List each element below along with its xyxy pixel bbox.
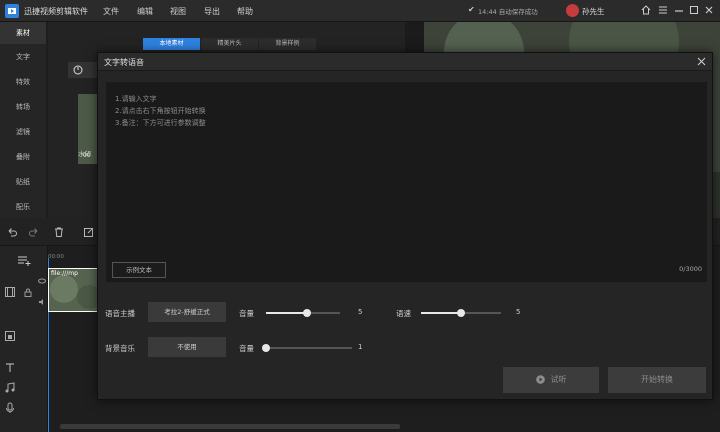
hint-line-2: 2.请点击右下角按钮开始转换: [115, 107, 206, 115]
timeline-ruler-start: 00:00: [48, 254, 64, 260]
media-thumbnail-name: 水印: [78, 150, 91, 158]
minimize-icon[interactable]: [673, 4, 685, 16]
text-input-area[interactable]: 1.请输入文字 2.请点击右下角按钮开始转换 3.备注：下方可进行参数调整 示例…: [106, 82, 707, 282]
username[interactable]: 孙先生: [582, 6, 605, 17]
sidebar-item-text[interactable]: 文字: [0, 46, 46, 68]
menu-view[interactable]: 视图: [170, 6, 186, 17]
maximize-icon[interactable]: [688, 4, 700, 16]
app-title: 迅捷视频剪辑软件: [24, 7, 88, 16]
edit-icon[interactable]: [83, 226, 95, 238]
text-track-icon: [4, 362, 16, 374]
title-bar: 迅捷视频剪辑软件 文件 编辑 视图 导出 帮助 ✔ 14:44 自动保存成功 孙…: [0, 0, 720, 22]
sidebar-item-sticker[interactable]: 贴纸: [0, 171, 46, 193]
volume-slider-fill: [266, 312, 307, 314]
start-convert-button[interactable]: 开始转换: [608, 367, 706, 393]
voice-track-icon: [4, 402, 16, 414]
bgm-select[interactable]: 不使用: [148, 337, 226, 357]
import-button[interactable]: [68, 62, 98, 78]
dialog-header: 文字转语音: [98, 53, 712, 71]
sidebar: 素材 文字 特效 转场 滤镜 叠附 贴纸 配乐: [0, 22, 46, 218]
tab-background[interactable]: 背景样例: [259, 38, 316, 50]
dialog-close-icon[interactable]: [696, 56, 707, 67]
timeline-scrollbar[interactable]: [60, 424, 400, 429]
listen-button[interactable]: 试听: [503, 367, 599, 393]
volume-value: 5: [358, 308, 363, 316]
autosave-status: 14:44 自动保存成功: [478, 8, 538, 16]
menu-edit[interactable]: 编辑: [137, 6, 153, 17]
listen-button-label: 试听: [550, 375, 567, 384]
app-window: 迅捷视频剪辑软件 文件 编辑 视图 导出 帮助 ✔ 14:44 自动保存成功 孙…: [0, 0, 720, 432]
text-to-speech-dialog: 文字转语音 1.请输入文字 2.请点击右下角按钮开始转换 3.备注：下方可进行参…: [97, 52, 713, 400]
speed-value: 5: [516, 308, 521, 316]
undo-icon[interactable]: [6, 226, 18, 238]
char-counter: 0/3000: [679, 265, 702, 273]
visibility-icon[interactable]: [38, 278, 46, 284]
video-track-icon: [4, 286, 16, 298]
hint-line-1: 1.请输入文字: [115, 95, 157, 103]
speed-slider-knob[interactable]: [457, 309, 465, 317]
bgm-volume-slider[interactable]: [262, 344, 352, 352]
bgm-volume-label: 音量: [239, 344, 254, 353]
sidebar-item-music[interactable]: 配乐: [0, 196, 46, 218]
speed-label: 语速: [396, 309, 411, 318]
menu-export[interactable]: 导出: [204, 6, 220, 17]
pip-track-icon: [4, 330, 16, 342]
close-icon[interactable]: [703, 4, 715, 16]
volume-label: 音量: [239, 309, 254, 318]
tab-local-material[interactable]: 本地素材: [143, 38, 200, 50]
lock-icon[interactable]: [24, 288, 32, 297]
app-logo-icon: [5, 4, 19, 18]
sidebar-item-filter[interactable]: 滤镜: [0, 121, 46, 143]
menu-help[interactable]: 帮助: [237, 6, 253, 17]
play-icon: [535, 375, 545, 384]
voice-select[interactable]: 考拉2-舒缓正式: [148, 302, 226, 322]
speed-slider-fill: [421, 312, 461, 314]
bgm-volume-slider-knob[interactable]: [262, 344, 270, 352]
avatar[interactable]: [566, 4, 579, 17]
check-icon: ✔: [468, 5, 475, 14]
speed-slider[interactable]: [421, 309, 501, 317]
bgm-volume-value: 1: [358, 343, 363, 351]
delete-icon[interactable]: [53, 226, 65, 238]
sidebar-item-overlay[interactable]: 叠附: [0, 146, 46, 168]
music-track-icon: [4, 382, 16, 394]
redo-icon[interactable]: [28, 226, 40, 238]
menu-more-icon[interactable]: [657, 4, 669, 16]
sidebar-item-effects[interactable]: 特效: [0, 71, 46, 93]
add-track-icon[interactable]: [18, 256, 32, 266]
voice-label: 语音主播: [105, 309, 135, 318]
track-headers: [0, 246, 48, 432]
bgm-label: 背景音乐: [105, 344, 135, 353]
timeline-clip[interactable]: file:///mp: [48, 268, 98, 312]
sidebar-item-material[interactable]: 素材: [0, 22, 46, 44]
tab-intro[interactable]: 精美片头: [201, 38, 258, 50]
timeline-clip-label: file:///mp: [51, 270, 78, 277]
sidebar-item-transition[interactable]: 转场: [0, 96, 46, 118]
volume-slider[interactable]: [266, 309, 340, 317]
audio-icon[interactable]: [38, 298, 46, 306]
example-text-button[interactable]: 示例文本: [112, 262, 166, 278]
hint-line-3: 3.备注：下方可进行参数调整: [115, 119, 206, 127]
volume-slider-knob[interactable]: [303, 309, 311, 317]
home-icon[interactable]: [640, 4, 652, 16]
menu-file[interactable]: 文件: [103, 6, 119, 17]
dialog-title: 文字转语音: [104, 58, 144, 67]
